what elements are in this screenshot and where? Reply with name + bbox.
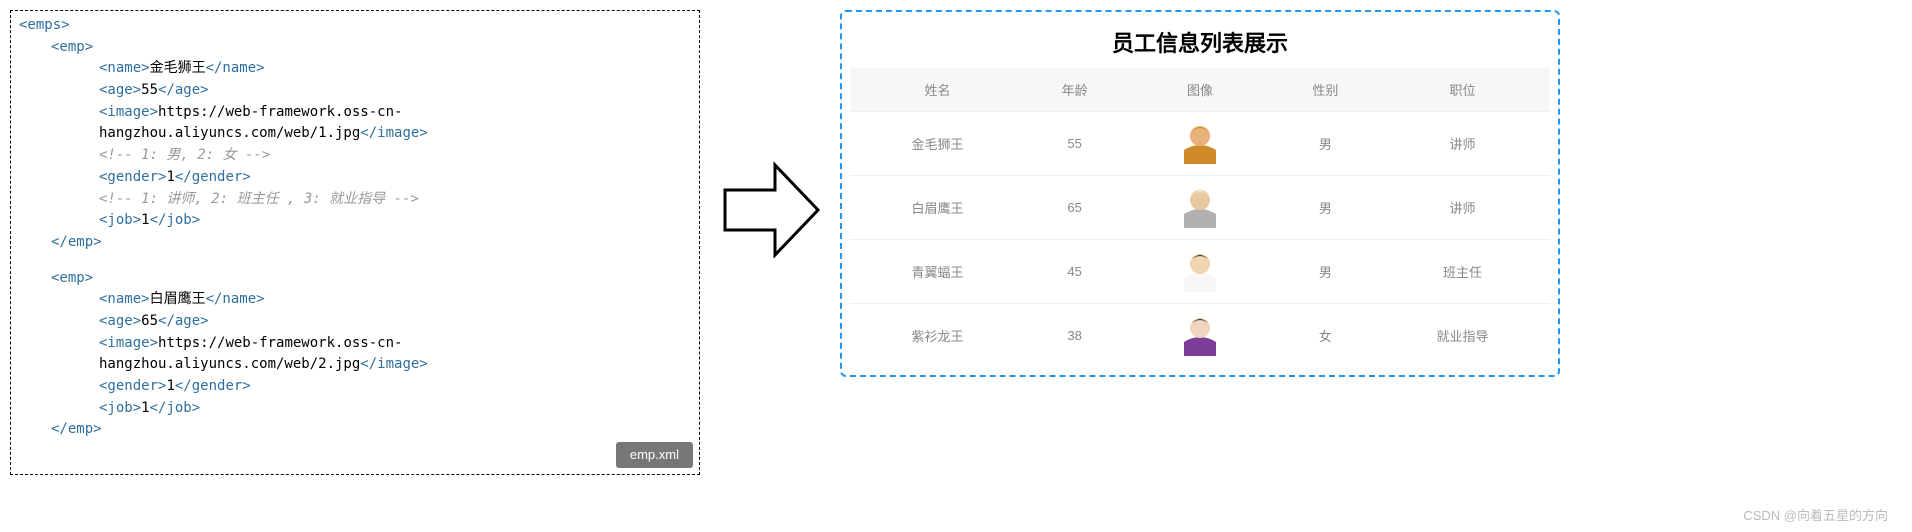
xml-tag: <job>: [99, 212, 141, 228]
xml-tag: </image>: [360, 125, 427, 141]
xml-tag: <name>: [99, 60, 150, 76]
xml-tag: </name>: [206, 60, 265, 76]
watermark: CSDN @向着五星的方向: [1743, 505, 1888, 524]
xml-tag: </age>: [158, 82, 209, 98]
cell-name: 青翼蝠王: [850, 240, 1025, 304]
xml-tag: </job>: [150, 212, 201, 228]
cell-avatar: [1124, 112, 1276, 176]
th-image: 图像: [1124, 68, 1276, 112]
cell-age: 65: [1025, 176, 1124, 240]
table-row: 金毛狮王55 男讲师: [850, 112, 1550, 176]
xml-emp1-gender: 1: [166, 169, 174, 185]
table-title: 员工信息列表展示: [850, 20, 1550, 68]
arrow-icon: [720, 10, 820, 410]
xml-tag: <age>: [99, 82, 141, 98]
xml-emp1-job: 1: [141, 212, 149, 228]
cell-age: 45: [1025, 240, 1124, 304]
xml-emp2-age: 65: [141, 313, 158, 329]
cell-gender: 男: [1276, 176, 1375, 240]
cell-avatar: [1124, 240, 1276, 304]
th-name: 姓名: [850, 68, 1025, 112]
xml-tag: <image>: [99, 104, 158, 120]
th-job: 职位: [1375, 68, 1550, 112]
th-gender: 性别: [1276, 68, 1375, 112]
avatar-icon: [1178, 312, 1222, 356]
xml-tag: </gender>: [175, 378, 251, 394]
xml-source-panel: <emps> <emp> <name>金毛狮王</name> <age>55</…: [10, 10, 700, 475]
file-badge: emp.xml: [616, 442, 693, 468]
xml-emp-close-1: </emp>: [51, 234, 102, 250]
avatar-icon: [1178, 184, 1222, 228]
xml-emp2-name: 白眉鹰王: [150, 291, 206, 307]
cell-gender: 女: [1276, 304, 1375, 368]
xml-tag: </image>: [360, 356, 427, 372]
xml-tag: </job>: [150, 400, 201, 416]
avatar-icon: [1178, 248, 1222, 292]
xml-emp-open-2: <emp>: [51, 270, 93, 286]
cell-name: 白眉鹰王: [850, 176, 1025, 240]
xml-emp2-job: 1: [141, 400, 149, 416]
cell-age: 55: [1025, 112, 1124, 176]
xml-comment-job: <!-- 1: 讲师, 2: 班主任 , 3: 就业指导 -->: [19, 189, 691, 211]
xml-tag: </age>: [158, 313, 209, 329]
xml-emp1-age: 55: [141, 82, 158, 98]
cell-age: 38: [1025, 304, 1124, 368]
xml-emp-close-2: </emp>: [51, 421, 102, 437]
xml-tag: <age>: [99, 313, 141, 329]
result-table-panel: 员工信息列表展示 姓名 年龄 图像 性别 职位 金毛狮王55男讲师白眉鹰王65男…: [840, 10, 1560, 377]
table-row: 青翼蝠王45 男班主任: [850, 240, 1550, 304]
xml-tag: <job>: [99, 400, 141, 416]
xml-emp1-name: 金毛狮王: [150, 60, 206, 76]
cell-gender: 男: [1276, 240, 1375, 304]
th-age: 年龄: [1025, 68, 1124, 112]
cell-avatar: [1124, 304, 1276, 368]
cell-avatar: [1124, 176, 1276, 240]
xml-tag: <gender>: [99, 169, 166, 185]
xml-root-open: <emps>: [19, 17, 70, 33]
xml-tag: </name>: [206, 291, 265, 307]
cell-job: 讲师: [1375, 112, 1550, 176]
cell-gender: 男: [1276, 112, 1375, 176]
xml-tag: <name>: [99, 291, 150, 307]
avatar-icon: [1178, 120, 1222, 164]
cell-name: 金毛狮王: [850, 112, 1025, 176]
xml-tag: </gender>: [175, 169, 251, 185]
xml-tag: <gender>: [99, 378, 166, 394]
employee-table: 姓名 年龄 图像 性别 职位 金毛狮王55男讲师白眉鹰王65男讲师青翼蝠王45男…: [850, 68, 1550, 367]
xml-comment-gender: <!-- 1: 男, 2: 女 -->: [19, 145, 691, 167]
xml-emp-open-1: <emp>: [51, 39, 93, 55]
cell-name: 紫衫龙王: [850, 304, 1025, 368]
table-row: 白眉鹰王65 男讲师: [850, 176, 1550, 240]
cell-job: 班主任: [1375, 240, 1550, 304]
table-header-row: 姓名 年龄 图像 性别 职位: [850, 68, 1550, 112]
cell-job: 讲师: [1375, 176, 1550, 240]
xml-tag: <image>: [99, 335, 158, 351]
cell-job: 就业指导: [1375, 304, 1550, 368]
xml-emp2-gender: 1: [166, 378, 174, 394]
table-row: 紫衫龙王38 女就业指导: [850, 304, 1550, 368]
